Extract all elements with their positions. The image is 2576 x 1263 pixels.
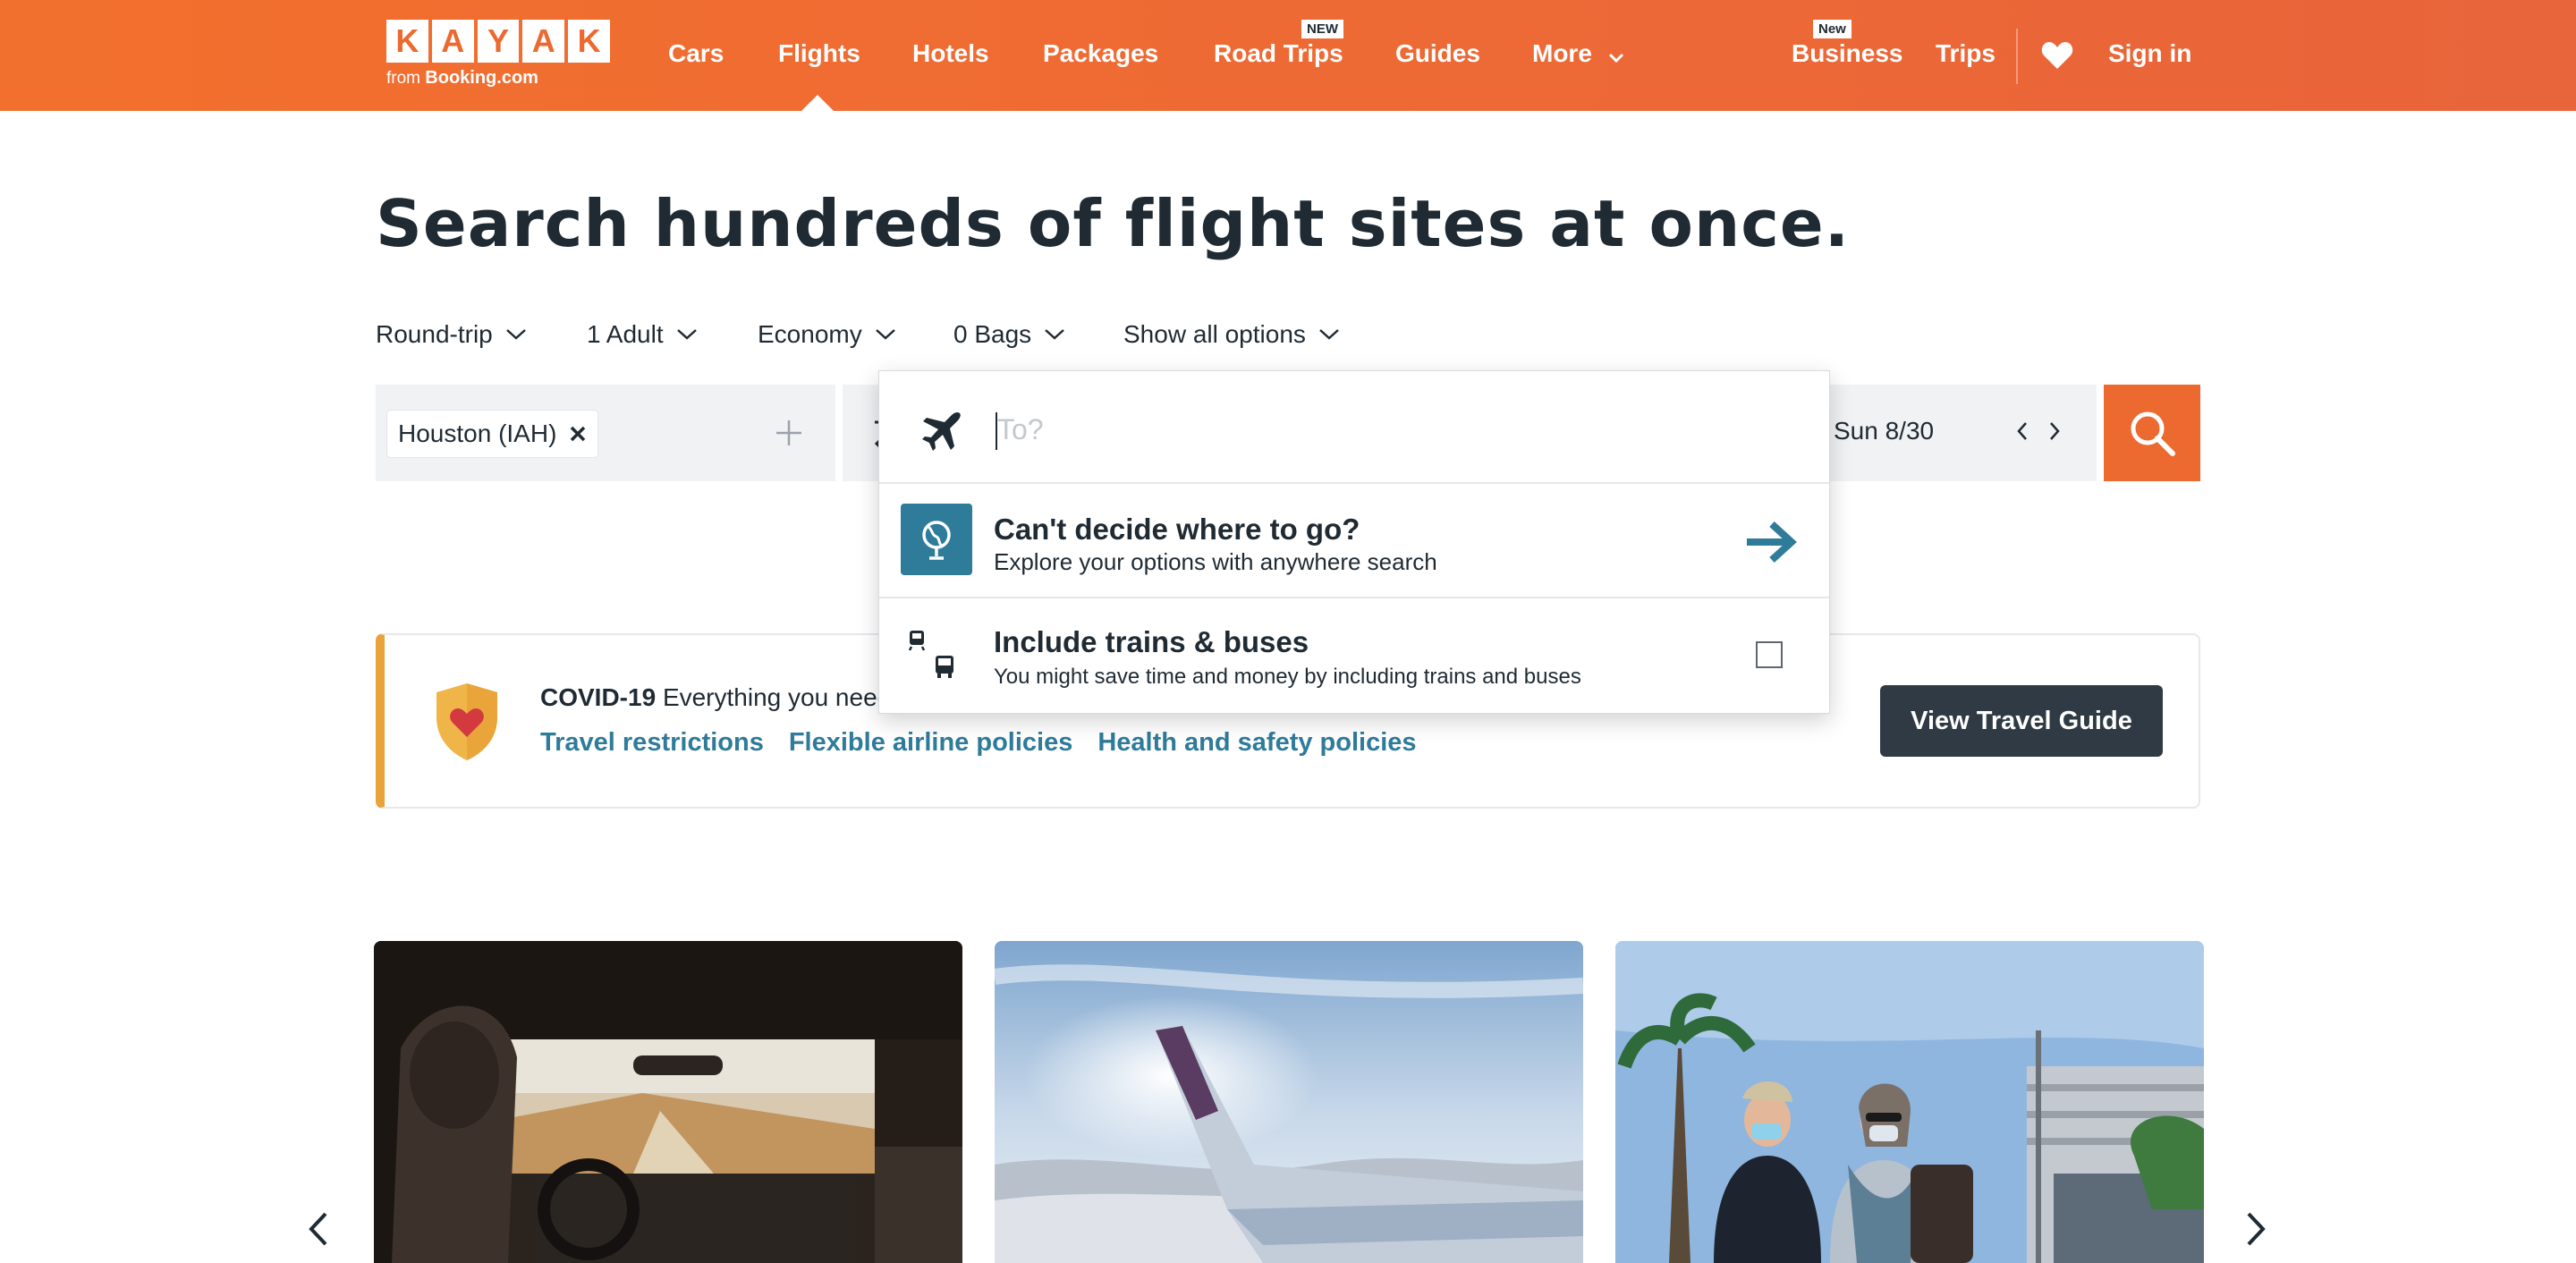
logo-sub-brand: Booking.com [425, 68, 538, 88]
carousel-next-button[interactable] [2245, 1211, 2267, 1251]
airplane-wing-image[interactable] [995, 941, 1583, 1263]
bus-icon [936, 656, 953, 678]
kayak-logo[interactable]: K A Y A K from Booking.com [386, 20, 610, 89]
search-button[interactable] [2104, 385, 2200, 481]
covid-text: COVID-19 Everything you need [540, 683, 891, 712]
destination-input-row [879, 371, 1829, 484]
return-date[interactable]: Sun 8/30 [1834, 417, 1934, 445]
nav-road-trips-label: Road Trips [1214, 39, 1343, 67]
logo-letter: Y [477, 20, 520, 63]
cabin-class-value: Economy [758, 320, 862, 348]
search-icon [2131, 411, 2175, 456]
chevron-down-icon [1045, 329, 1065, 340]
nav-more[interactable]: More [1532, 39, 1624, 70]
logo-subtitle: from Booking.com [386, 68, 610, 89]
sign-in-link[interactable]: Sign in [2108, 39, 2191, 68]
trip-type-select[interactable]: Round-trip [376, 320, 527, 349]
close-icon[interactable] [569, 425, 587, 443]
nav-trips[interactable]: Trips [1936, 39, 1996, 68]
heart-icon[interactable] [2041, 41, 2073, 74]
plane-icon [920, 411, 963, 456]
chevron-down-icon [1608, 41, 1624, 70]
origin-chip-label: Houston (IAH) [398, 420, 557, 447]
date-stepper [2016, 420, 2061, 442]
nav-hotels[interactable]: Hotels [912, 39, 989, 68]
destination-input[interactable] [997, 407, 1784, 452]
logo-letter: A [522, 20, 565, 63]
covid-label: COVID-19 [540, 683, 657, 711]
logo-sub-prefix: from [386, 69, 420, 88]
nav-cars[interactable]: Cars [668, 39, 724, 68]
train-icon [908, 631, 926, 651]
shield-heart-icon [433, 682, 501, 767]
chevron-left-icon[interactable] [2016, 420, 2029, 442]
covid-description: Everything you need [662, 683, 892, 711]
logo-letter: K [568, 20, 610, 63]
chevron-down-icon [1319, 329, 1339, 340]
new-badge: NEW [1301, 20, 1343, 38]
bags-select[interactable]: 0 Bags [953, 320, 1065, 349]
include-trains-checkbox[interactable] [1756, 641, 1783, 668]
travel-restrictions-link[interactable]: Travel restrictions [540, 728, 764, 758]
road-trip-image[interactable] [374, 941, 962, 1263]
bags-value: 0 Bags [953, 320, 1032, 348]
chevron-down-icon [676, 329, 697, 340]
origin-field[interactable]: Houston (IAH) [376, 385, 835, 481]
trains-subtitle: You might save time and money by includi… [994, 665, 1581, 689]
chevron-down-icon [875, 329, 895, 340]
anywhere-title: Can't decide where to go? [994, 513, 1360, 546]
chevron-right-icon [2247, 1212, 2266, 1246]
trip-type-value: Round-trip [376, 320, 493, 348]
travelers-with-masks-image[interactable] [1615, 941, 2204, 1263]
nav-packages[interactable]: Packages [1043, 39, 1158, 68]
travelers-value: 1 Adult [587, 320, 664, 348]
globe-icon [901, 504, 972, 575]
include-trains-option[interactable]: Include trains & buses You might save ti… [879, 598, 1829, 715]
covid-links: Travel restrictions Flexible airline pol… [540, 728, 1417, 758]
origin-chip: Houston (IAH) [386, 410, 599, 458]
show-all-options[interactable]: Show all options [1123, 320, 1340, 349]
page-title: Search hundreds of flight sites at once. [376, 186, 1851, 261]
carousel-prev-button[interactable] [308, 1211, 329, 1251]
plus-icon[interactable] [775, 419, 803, 452]
top-nav-bar: K A Y A K from Booking.com Cars Flights … [0, 0, 2576, 111]
arrow-right-icon [1743, 520, 1801, 569]
show-all-options-label: Show all options [1123, 320, 1306, 348]
active-tab-indicator [801, 95, 834, 111]
logo-letter: K [386, 20, 428, 63]
nav-more-label: More [1532, 39, 1592, 67]
nav-divider [2016, 29, 2018, 84]
logo-letter: A [431, 20, 474, 63]
flexible-policies-link[interactable]: Flexible airline policies [789, 728, 1073, 758]
nav-guides[interactable]: Guides [1395, 39, 1480, 68]
chevron-left-icon [309, 1212, 327, 1246]
nav-business[interactable]: New Business [1792, 20, 1903, 68]
new-badge: New [1813, 20, 1852, 38]
travelers-select[interactable]: 1 Adult [587, 320, 698, 349]
anywhere-search-option[interactable]: Can't decide where to go? Explore your o… [879, 484, 1829, 598]
trains-title: Include trains & buses [994, 625, 1309, 658]
view-travel-guide-button[interactable]: View Travel Guide [1880, 685, 2163, 757]
destination-dropdown: Can't decide where to go? Explore your o… [878, 370, 1830, 714]
cabin-class-select[interactable]: Economy [758, 320, 896, 349]
nav-flights[interactable]: Flights [778, 39, 860, 68]
chevron-down-icon [505, 329, 526, 340]
health-safety-link[interactable]: Health and safety policies [1097, 728, 1416, 758]
nav-business-label: Business [1792, 39, 1903, 67]
chevron-right-icon[interactable] [2048, 420, 2061, 442]
anywhere-subtitle: Explore your options with anywhere searc… [994, 548, 1437, 575]
nav-road-trips[interactable]: NEW Road Trips [1214, 20, 1343, 68]
